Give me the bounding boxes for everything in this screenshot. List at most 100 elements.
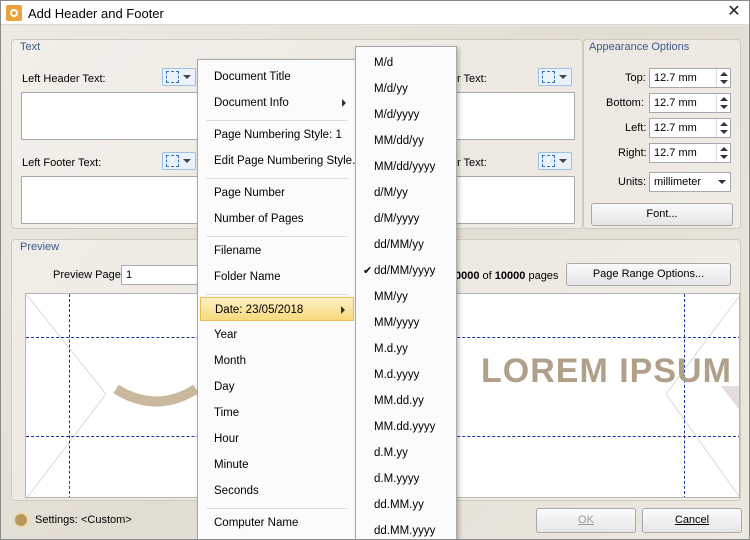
insert-field-icon	[542, 71, 555, 83]
submenu-arrow-icon	[341, 306, 345, 314]
right-footer-textarea[interactable]	[455, 176, 575, 224]
settings-gear-icon[interactable]	[13, 512, 29, 528]
date-format-option[interactable]: d/M/yy	[358, 181, 454, 205]
right-header-insert-button[interactable]	[538, 68, 572, 86]
menu-item-date[interactable]: Date: 23/05/2018	[200, 297, 354, 321]
date-format-option[interactable]: MM/dd/yyyy	[358, 155, 454, 179]
left-footer-textarea[interactable]	[21, 176, 201, 224]
right-footer-insert-button[interactable]	[538, 152, 572, 170]
ok-button[interactable]: OK	[536, 508, 636, 533]
menu-item-page-number[interactable]: Page Number	[200, 181, 354, 205]
top-margin-spinner[interactable]: 12.7 mm	[649, 68, 731, 88]
date-format-option[interactable]: M/d/yy	[358, 77, 454, 101]
units-label: Units:	[618, 176, 647, 188]
text-group-label: Text	[20, 41, 41, 53]
right-header-textarea[interactable]	[455, 92, 575, 140]
date-format-option[interactable]: ✔ dd/MM/yyyy	[358, 259, 454, 283]
date-format-label: dd/MM/yy	[374, 239, 424, 251]
menu-item-computer-name[interactable]: Computer Name	[200, 511, 354, 535]
left-footer-insert-button[interactable]	[162, 152, 196, 170]
date-format-option[interactable]: d/M/yyyy	[358, 207, 454, 231]
date-format-label: d/M/yy	[374, 187, 408, 199]
menu-item-number-of-pages[interactable]: Number of Pages	[200, 207, 354, 231]
spinner-arrows-icon[interactable]	[716, 144, 730, 162]
close-icon[interactable]: ✕	[717, 1, 749, 25]
chevron-down-icon	[559, 75, 567, 79]
left-header-insert-button[interactable]	[162, 68, 196, 86]
page-count-of: of	[482, 270, 492, 282]
date-format-option[interactable]: MM/yy	[358, 285, 454, 309]
insert-field-menu: Document Title Document Info Page Number…	[197, 59, 362, 539]
date-format-label: M/d	[374, 57, 394, 69]
font-button[interactable]: Font...	[591, 203, 733, 226]
date-format-option[interactable]: MM/dd/yy	[358, 129, 454, 153]
page-count-prefix: 0000	[455, 270, 480, 282]
title-bar: Add Header and Footer ✕	[1, 1, 749, 25]
spinner-arrows-icon[interactable]	[716, 94, 730, 112]
date-format-label: MM/yy	[374, 291, 408, 303]
left-margin-spinner[interactable]: 12.7 mm	[649, 118, 731, 138]
left-header-textarea[interactable]	[21, 92, 201, 140]
chevron-down-icon	[559, 159, 567, 163]
menu-separator	[206, 508, 348, 509]
left-margin-guide	[69, 294, 70, 497]
date-format-option[interactable]: d.M.yyyy	[358, 467, 454, 491]
date-format-option[interactable]: MM/yyyy	[358, 311, 454, 335]
date-format-submenu: M/d M/d/yy M/d/yyyy MM/dd/yy MM/dd/yyyy d/M/y…	[355, 46, 457, 539]
insert-field-icon	[542, 155, 555, 167]
date-format-option[interactable]: dd.MM.yy	[358, 493, 454, 517]
menu-item-month[interactable]: Month	[200, 349, 354, 373]
menu-item-filename[interactable]: Filename	[200, 239, 354, 263]
chevron-down-icon	[183, 159, 191, 163]
date-format-option[interactable]: M.d.yy	[358, 337, 454, 361]
menu-separator	[206, 178, 348, 179]
menu-item-day[interactable]: Day	[200, 375, 354, 399]
date-format-option[interactable]: d.M.yy	[358, 441, 454, 465]
menu-item-folder-name[interactable]: Folder Name	[200, 265, 354, 289]
date-format-option[interactable]: MM.dd.yyyy	[358, 415, 454, 439]
menu-item-seconds[interactable]: Seconds	[200, 479, 354, 503]
date-format-option[interactable]: M.d.yyyy	[358, 363, 454, 387]
menu-item-time[interactable]: Time	[200, 401, 354, 425]
preview-group-label: Preview	[20, 241, 60, 253]
date-format-label: M/d/yy	[374, 83, 408, 95]
insert-field-icon	[166, 71, 179, 83]
date-format-label: dd.MM.yyyy	[374, 525, 436, 537]
date-format-option[interactable]: dd/MM/yy	[358, 233, 454, 257]
page-count-suffix: pages	[528, 270, 559, 282]
spinner-arrows-icon[interactable]	[716, 119, 730, 137]
menu-item-hour[interactable]: Hour	[200, 427, 354, 451]
bottom-margin-value: 12.7 mm	[654, 97, 697, 109]
cancel-button[interactable]: Cancel	[642, 508, 742, 533]
menu-item-year[interactable]: Year	[200, 323, 354, 347]
checkmark-icon: ✔	[363, 265, 373, 277]
preview-page-input[interactable]: 1	[121, 265, 201, 285]
page-count-total: 10000	[494, 270, 526, 282]
date-format-option[interactable]: dd.MM.yyyy	[358, 519, 454, 539]
date-format-label: d.M.yy	[374, 447, 408, 459]
page-range-options-button[interactable]: Page Range Options...	[566, 263, 731, 286]
date-format-label: MM/dd/yyyy	[374, 161, 436, 173]
preview-page-label: Preview Page	[53, 269, 121, 281]
units-select[interactable]: millimeter	[649, 172, 731, 192]
insert-field-icon	[166, 155, 179, 167]
date-format-option[interactable]: M/d	[358, 51, 454, 75]
app-icon	[6, 5, 22, 21]
date-format-option[interactable]: MM.dd.yy	[358, 389, 454, 413]
menu-item-page-numbering-style[interactable]: Page Numbering Style: 1	[200, 123, 354, 147]
right-margin-spinner[interactable]: 12.7 mm	[649, 143, 731, 163]
date-format-label: M.d.yy	[374, 343, 408, 355]
menu-item-document-info[interactable]: Document Info	[200, 91, 354, 115]
menu-item-edit-page-numbering-style[interactable]: Edit Page Numbering Style...	[200, 149, 362, 173]
menu-item-minute[interactable]: Minute	[200, 453, 354, 477]
settings-value[interactable]: <Custom>	[81, 514, 132, 526]
spinner-arrows-icon[interactable]	[716, 69, 730, 87]
bottom-margin-spinner[interactable]: 12.7 mm	[649, 93, 731, 113]
cancel-label: Cancel	[674, 514, 710, 526]
date-format-option[interactable]: M/d/yyyy	[358, 103, 454, 127]
date-format-label: dd/MM/yyyy	[374, 265, 436, 277]
left-footer-label: Left Footer Text:	[22, 157, 102, 169]
date-format-label: MM.dd.yyyy	[374, 421, 436, 433]
top-margin-value: 12.7 mm	[654, 72, 697, 84]
menu-item-document-title[interactable]: Document Title	[200, 65, 354, 89]
